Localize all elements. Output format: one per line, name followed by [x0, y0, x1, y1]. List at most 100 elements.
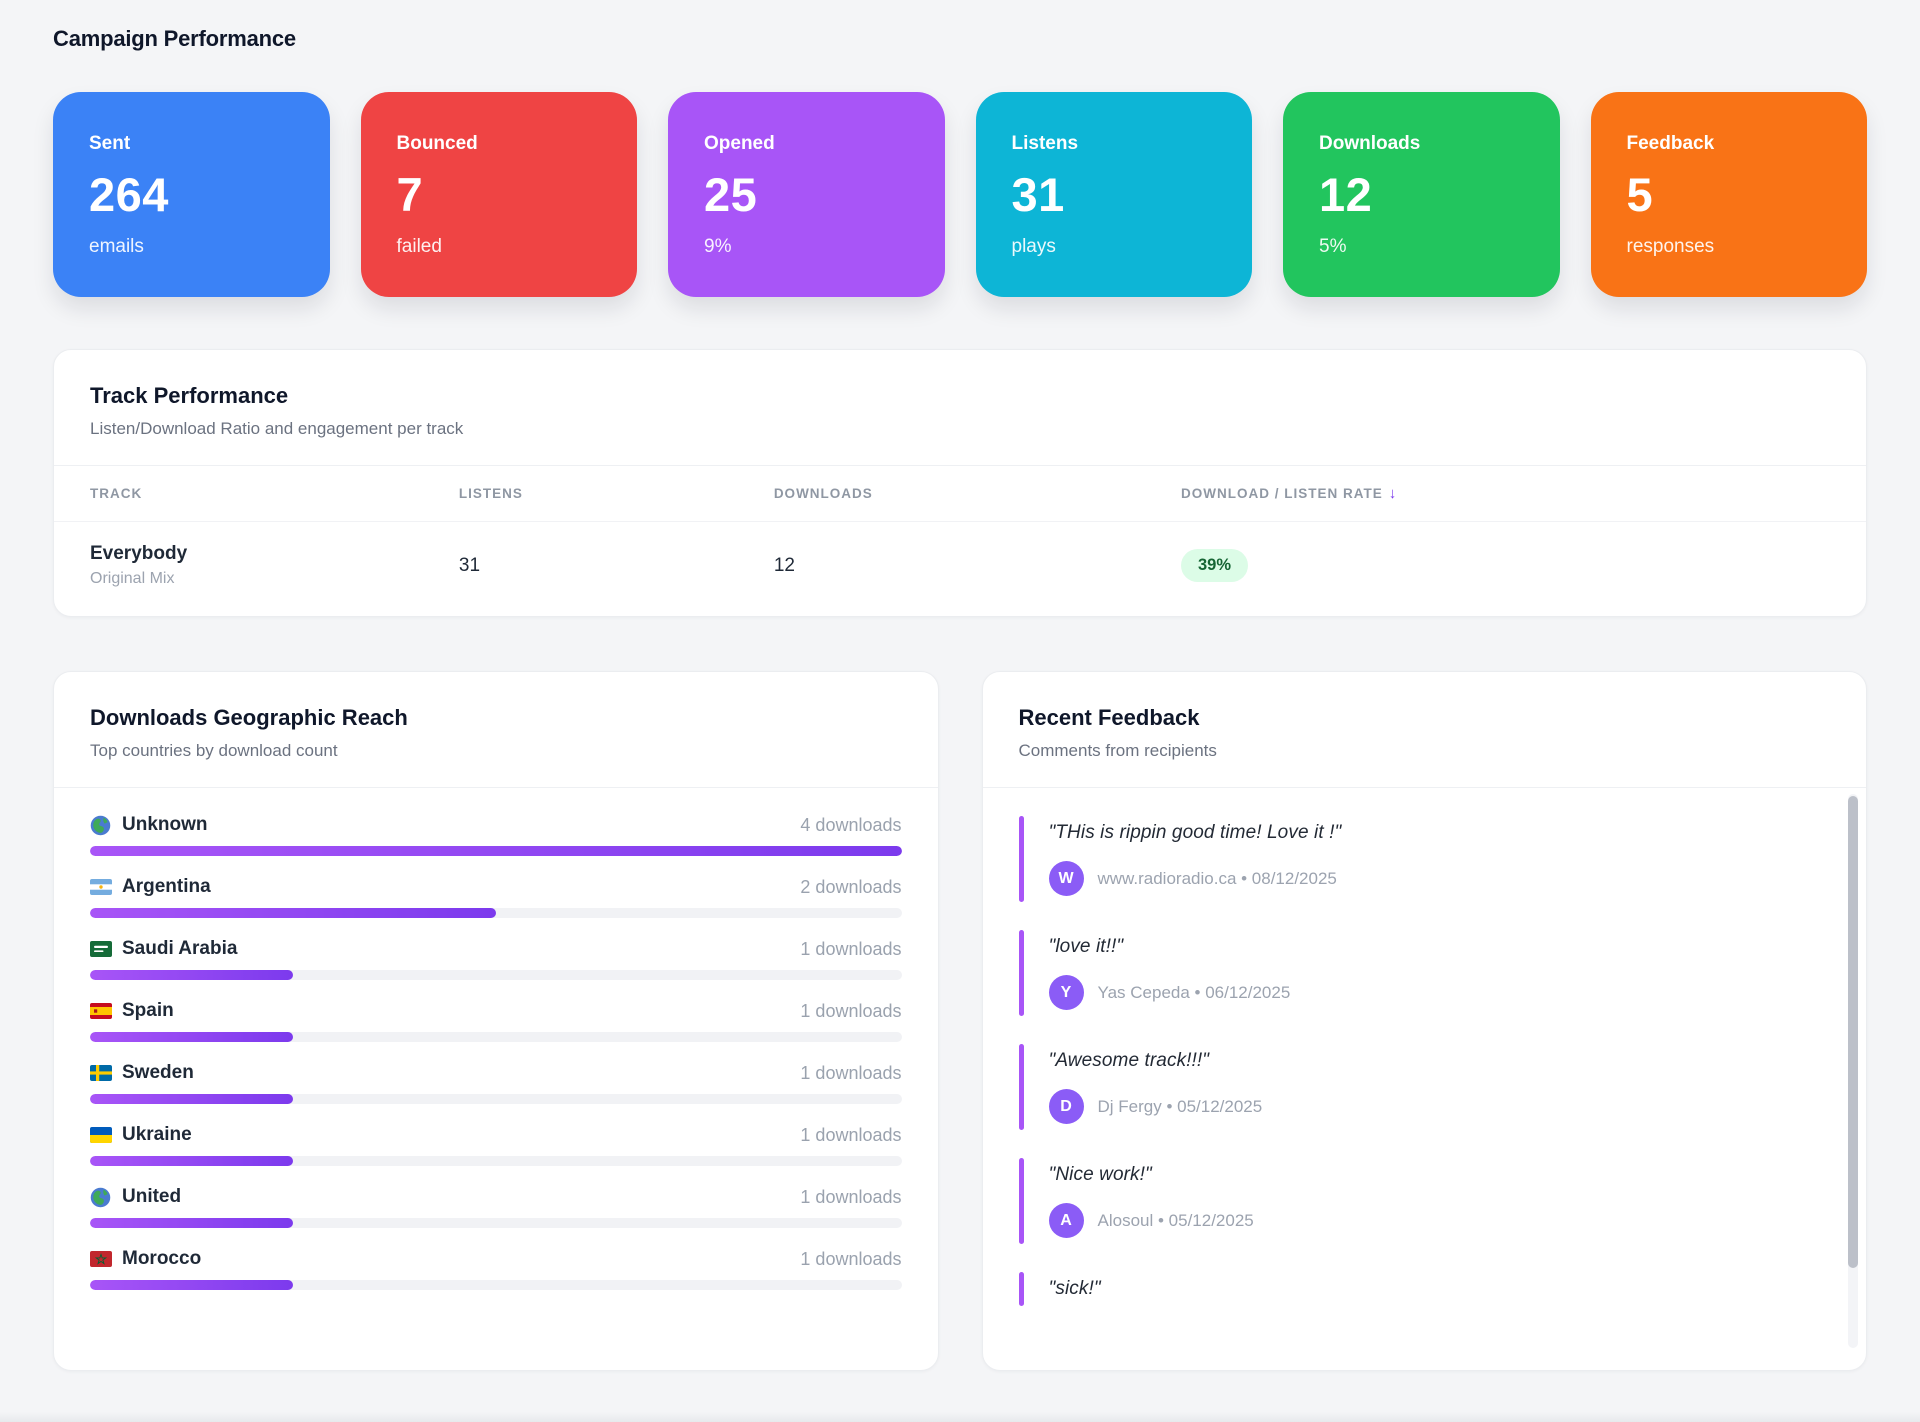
stats-row: Sent 264 emails Bounced 7 failed Opened …	[53, 92, 1867, 297]
download-count: 1 downloads	[800, 1063, 901, 1084]
stat-card: Downloads 12 5%	[1283, 92, 1560, 297]
download-bar-fill	[90, 908, 496, 918]
rate-cell: 39%	[1181, 549, 1830, 582]
sweden-flag-icon	[90, 1063, 112, 1084]
download-bar-fill	[90, 1218, 293, 1228]
stat-value: 31	[1012, 167, 1217, 222]
downloads-cell: 12	[774, 555, 1181, 577]
globe-flag-icon	[90, 1187, 112, 1208]
saudi-arabia-flag-icon	[90, 939, 112, 960]
stat-value: 5	[1627, 167, 1832, 222]
feedback-item: "sick!"	[1019, 1272, 1813, 1306]
recent-feedback-panel: Recent Feedback Comments from recipients…	[982, 671, 1868, 1371]
dashboard-page: Campaign Performance Sent 264 emails Bou…	[0, 0, 1920, 1371]
stat-label: Listens	[1012, 133, 1217, 155]
stat-label: Opened	[704, 133, 909, 155]
geographic-reach-panel: Downloads Geographic Reach Top countries…	[53, 671, 939, 1371]
stat-value: 264	[89, 167, 294, 222]
country-list: Unknown 4 downloads Argen	[54, 788, 938, 1290]
avatar: D	[1049, 1089, 1084, 1124]
track-version: Original Mix	[90, 570, 459, 588]
download-count: 1 downloads	[800, 939, 901, 960]
avatar: A	[1049, 1203, 1084, 1238]
download-bar-fill	[90, 1032, 293, 1042]
download-count: 1 downloads	[800, 1001, 901, 1022]
globe-flag-icon	[90, 815, 112, 836]
feedback-author-row: A Alosoul • 05/12/2025	[1049, 1203, 1813, 1238]
country-name: United	[122, 1186, 181, 1208]
bottom-section: Downloads Geographic Reach Top countries…	[53, 671, 1867, 1371]
download-bar-fill	[90, 846, 902, 856]
download-count: 1 downloads	[800, 1249, 901, 1270]
stat-value: 12	[1319, 167, 1524, 222]
country-row: Argentina 2 downloads	[90, 876, 902, 918]
feedback-quote: "sick!"	[1049, 1278, 1813, 1300]
listens-cell: 31	[459, 555, 774, 577]
page-bottom-edge	[0, 1412, 1920, 1422]
stat-value: 7	[397, 167, 602, 222]
feedback-quote: "Nice work!"	[1049, 1164, 1813, 1186]
download-bar-track	[90, 1218, 902, 1228]
country-name: Sweden	[122, 1062, 194, 1084]
stat-card: Sent 264 emails	[53, 92, 330, 297]
download-count: 4 downloads	[800, 815, 901, 836]
download-count: 1 downloads	[800, 1125, 901, 1146]
column-header-rate-label: DOWNLOAD / LISTEN RATE	[1181, 486, 1383, 501]
feedback-panel-header: Recent Feedback Comments from recipients	[983, 672, 1867, 788]
geo-panel-header: Downloads Geographic Reach Top countries…	[54, 672, 938, 788]
download-bar-fill	[90, 1280, 293, 1290]
download-bar-track	[90, 1094, 902, 1104]
column-header-rate[interactable]: DOWNLOAD / LISTEN RATE ↓	[1181, 485, 1830, 502]
track-table-row[interactable]: Everybody Original Mix 31 12 39%	[54, 522, 1866, 616]
feedback-panel-title: Recent Feedback	[1019, 705, 1831, 731]
feedback-quote: "love it!!"	[1049, 936, 1813, 958]
feedback-scrollbar-thumb[interactable]	[1848, 796, 1858, 1268]
sort-descending-icon: ↓	[1389, 485, 1398, 502]
download-bar-track	[90, 846, 902, 856]
download-bar-fill	[90, 1156, 293, 1166]
country-row: Unknown 4 downloads	[90, 814, 902, 856]
feedback-item: "Nice work!" A Alosoul • 05/12/2025	[1019, 1158, 1813, 1244]
stat-sublabel: plays	[1012, 236, 1217, 258]
track-title: Everybody	[90, 543, 459, 565]
feedback-item: "THis is rippin good time! Love it !" W …	[1019, 816, 1813, 902]
stat-sublabel: responses	[1627, 236, 1832, 258]
download-count: 2 downloads	[800, 877, 901, 898]
feedback-list: "THis is rippin good time! Love it !" W …	[983, 788, 1867, 1360]
track-panel-subtitle: Listen/Download Ratio and engagement per…	[90, 419, 1830, 439]
stat-label: Downloads	[1319, 133, 1524, 155]
country-row: Morocco 1 downloads	[90, 1248, 902, 1290]
feedback-panel-subtitle: Comments from recipients	[1019, 741, 1831, 761]
stat-sublabel: failed	[397, 236, 602, 258]
feedback-item: "Awesome track!!!" D Dj Fergy • 05/12/20…	[1019, 1044, 1813, 1130]
stat-label: Feedback	[1627, 133, 1832, 155]
feedback-author-row: Y Yas Cepeda • 06/12/2025	[1049, 975, 1813, 1010]
column-header-listens[interactable]: LISTENS	[459, 486, 774, 501]
download-bar-track	[90, 1032, 902, 1042]
spain-flag-icon	[90, 1001, 112, 1022]
geo-panel-subtitle: Top countries by download count	[90, 741, 902, 761]
country-row: Spain 1 downloads	[90, 1000, 902, 1042]
feedback-author-meta: Dj Fergy • 05/12/2025	[1098, 1097, 1263, 1117]
stat-card: Opened 25 9%	[668, 92, 945, 297]
feedback-author-meta: Alosoul • 05/12/2025	[1098, 1211, 1254, 1231]
download-bar-fill	[90, 970, 293, 980]
track-panel-header: Track Performance Listen/Download Ratio …	[54, 350, 1866, 466]
download-bar-track	[90, 970, 902, 980]
country-name: Unknown	[122, 814, 208, 836]
column-header-downloads[interactable]: DOWNLOADS	[774, 486, 1181, 501]
stat-sublabel: emails	[89, 236, 294, 258]
country-name: Argentina	[122, 876, 211, 898]
feedback-author-row: D Dj Fergy • 05/12/2025	[1049, 1089, 1813, 1124]
feedback-quote: "Awesome track!!!"	[1049, 1050, 1813, 1072]
avatar: W	[1049, 861, 1084, 896]
stat-sublabel: 9%	[704, 236, 909, 258]
download-bar-fill	[90, 1094, 293, 1104]
country-row: Saudi Arabia 1 downloads	[90, 938, 902, 980]
column-header-track[interactable]: TRACK	[90, 486, 459, 501]
country-name: Morocco	[122, 1248, 201, 1270]
stat-label: Sent	[89, 133, 294, 155]
track-cell: Everybody Original Mix	[90, 543, 459, 588]
geo-panel-title: Downloads Geographic Reach	[90, 705, 902, 731]
ukraine-flag-icon	[90, 1125, 112, 1146]
